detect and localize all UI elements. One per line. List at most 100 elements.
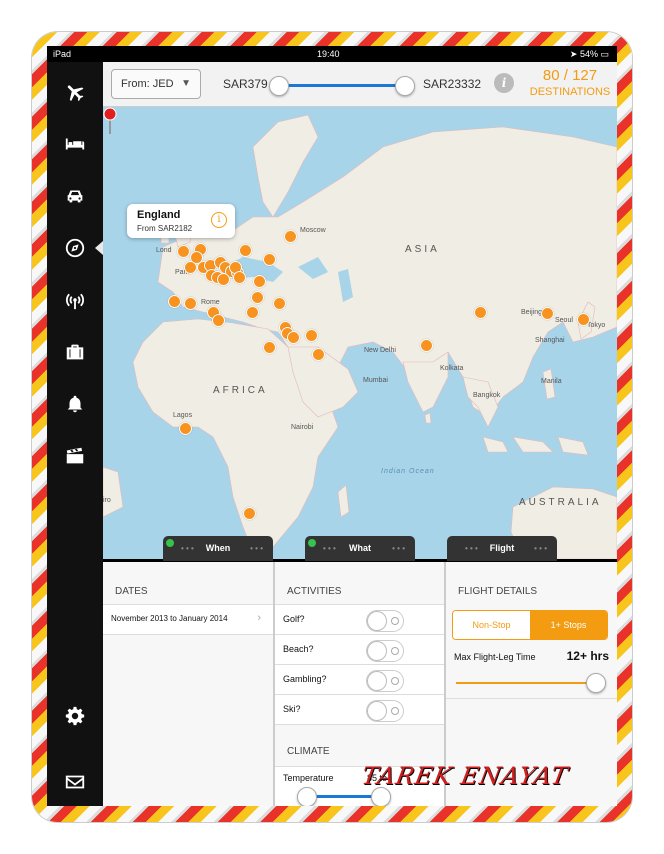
destination-marker[interactable]	[420, 339, 433, 352]
ski-toggle[interactable]	[366, 700, 404, 722]
max-leg-handle[interactable]	[586, 673, 606, 693]
map-label-kolkata: Kolkata	[440, 365, 464, 372]
destination-marker[interactable]	[263, 253, 276, 266]
filter-tabs: • • • When • • • • • • What • • • • • • …	[103, 536, 617, 562]
destination-marker[interactable]	[474, 306, 487, 319]
destination-marker[interactable]	[217, 273, 230, 286]
check-icon	[308, 539, 316, 547]
status-time: 19:40	[317, 49, 340, 59]
max-leg-slider[interactable]	[456, 682, 596, 684]
map-label-london: Lond	[156, 247, 172, 254]
map-label-australia: AUSTRALIA	[519, 497, 602, 508]
grip-dots-icon: • • •	[181, 544, 194, 553]
bed-icon[interactable]	[47, 124, 103, 164]
destination-marker[interactable]	[577, 313, 590, 326]
non-stop-option[interactable]: Non-Stop	[453, 611, 530, 639]
destination-marker[interactable]	[253, 275, 266, 288]
max-leg-label: Max Flight-Leg Time	[454, 652, 536, 662]
destination-marker[interactable]	[243, 507, 256, 520]
tab-flight[interactable]: • • • Flight • • •	[447, 536, 557, 561]
destination-marker[interactable]	[177, 245, 190, 258]
destination-marker[interactable]	[184, 297, 197, 310]
price-max-label: SAR23332	[423, 77, 482, 91]
activity-row-gambling: Gambling?	[275, 664, 444, 695]
temperature-min-handle[interactable]	[297, 787, 317, 806]
price-range-slider[interactable]	[275, 84, 407, 87]
grip-dots-icon: • • •	[323, 544, 336, 553]
map-label-rio: iro	[103, 497, 111, 504]
bell-icon[interactable]	[47, 384, 103, 424]
destination-marker[interactable]	[184, 261, 197, 274]
info-circle-icon[interactable]: i	[211, 212, 227, 228]
broadcast-icon[interactable]	[47, 280, 103, 320]
map-label-new-delhi: New Delhi	[364, 347, 396, 354]
briefcase-icon[interactable]	[47, 332, 103, 372]
destination-marker[interactable]	[239, 244, 252, 257]
sidebar	[47, 62, 103, 806]
golf-toggle[interactable]	[366, 610, 404, 632]
grip-dots-icon: • • •	[534, 544, 547, 553]
map-label-beijing: Beijing	[521, 309, 543, 316]
destination-marker[interactable]	[305, 329, 318, 342]
destination-marker[interactable]	[263, 341, 276, 354]
price-min-label: SAR379	[223, 77, 268, 91]
map-label-mumbai: Mumbai	[363, 377, 388, 384]
divider	[446, 698, 617, 699]
gear-icon[interactable]	[47, 696, 103, 736]
destination-marker[interactable]	[233, 271, 246, 284]
airplane-icon[interactable]	[47, 72, 103, 112]
stops-option[interactable]: 1+ Stops	[530, 611, 607, 639]
map-label-africa: AFRICA	[213, 385, 268, 396]
date-range-row[interactable]: November 2013 to January 2014 ›	[103, 604, 273, 635]
tab-when-label: When	[205, 543, 231, 553]
activity-label: Golf?	[283, 614, 305, 624]
car-icon[interactable]	[47, 176, 103, 216]
destination-count: 80 / 127	[542, 67, 598, 84]
clapperboard-icon[interactable]	[47, 436, 103, 476]
check-icon	[166, 539, 174, 547]
origin-select[interactable]: From: JED ▼	[111, 69, 201, 99]
dates-header: DATES	[115, 586, 148, 597]
destination-marker[interactable]	[284, 230, 297, 243]
destination-marker[interactable]	[246, 306, 259, 319]
map-label-nairobi: Nairobi	[291, 424, 314, 431]
map-land	[103, 114, 617, 559]
callout-subtitle: From SAR2182	[137, 224, 193, 233]
compass-icon[interactable]	[47, 228, 103, 268]
price-min-handle[interactable]	[269, 76, 289, 96]
activity-row-ski: Ski?	[275, 694, 444, 725]
destination-marker[interactable]	[312, 348, 325, 361]
ipad-screen: iPad 19:40 ➤ 54% ▭ From: JED ▼ SAR379 SA…	[47, 46, 617, 806]
map-label-lagos: Lagos	[173, 412, 193, 419]
destination-marker[interactable]	[541, 307, 554, 320]
device-name: iPad	[53, 49, 72, 59]
tab-when[interactable]: • • • When • • •	[163, 536, 273, 561]
watermark-signature: TAREK ENAYAT	[359, 762, 571, 790]
destination-marker[interactable]	[287, 331, 300, 344]
tab-flight-label: Flight	[489, 543, 515, 553]
info-icon[interactable]: i	[494, 73, 514, 93]
destination-marker[interactable]	[168, 295, 181, 308]
map-label-manila: Manila	[541, 378, 562, 385]
gambling-toggle[interactable]	[366, 670, 404, 692]
envelope-icon[interactable]	[47, 762, 103, 802]
tab-what[interactable]: • • • What • • •	[305, 536, 415, 561]
when-panel: DATES November 2013 to January 2014 ›	[103, 562, 275, 806]
destination-marker[interactable]	[251, 291, 264, 304]
activity-row-golf: Golf?	[275, 604, 444, 635]
activity-row-beach: Beach?	[275, 634, 444, 665]
climate-header: CLIMATE	[287, 746, 330, 757]
chevron-right-icon: ›	[257, 612, 261, 624]
grip-dots-icon: • • •	[250, 544, 263, 553]
price-max-handle[interactable]	[395, 76, 415, 96]
map-label-asia: ASIA	[405, 244, 440, 255]
destination-marker[interactable]	[273, 297, 286, 310]
world-map[interactable]: Moscow ASIA AFRICA AUSTRALIA Lond Paris …	[103, 107, 617, 559]
destination-marker[interactable]	[212, 314, 225, 327]
beach-toggle[interactable]	[366, 640, 404, 662]
activity-label: Ski?	[283, 704, 301, 714]
destination-counter: 80 / 127 DESTINATIONS	[523, 67, 617, 98]
destination-marker[interactable]	[179, 422, 192, 435]
origin-select-label: From: JED	[121, 78, 174, 90]
destination-callout[interactable]: England From SAR2182 i	[127, 204, 235, 238]
